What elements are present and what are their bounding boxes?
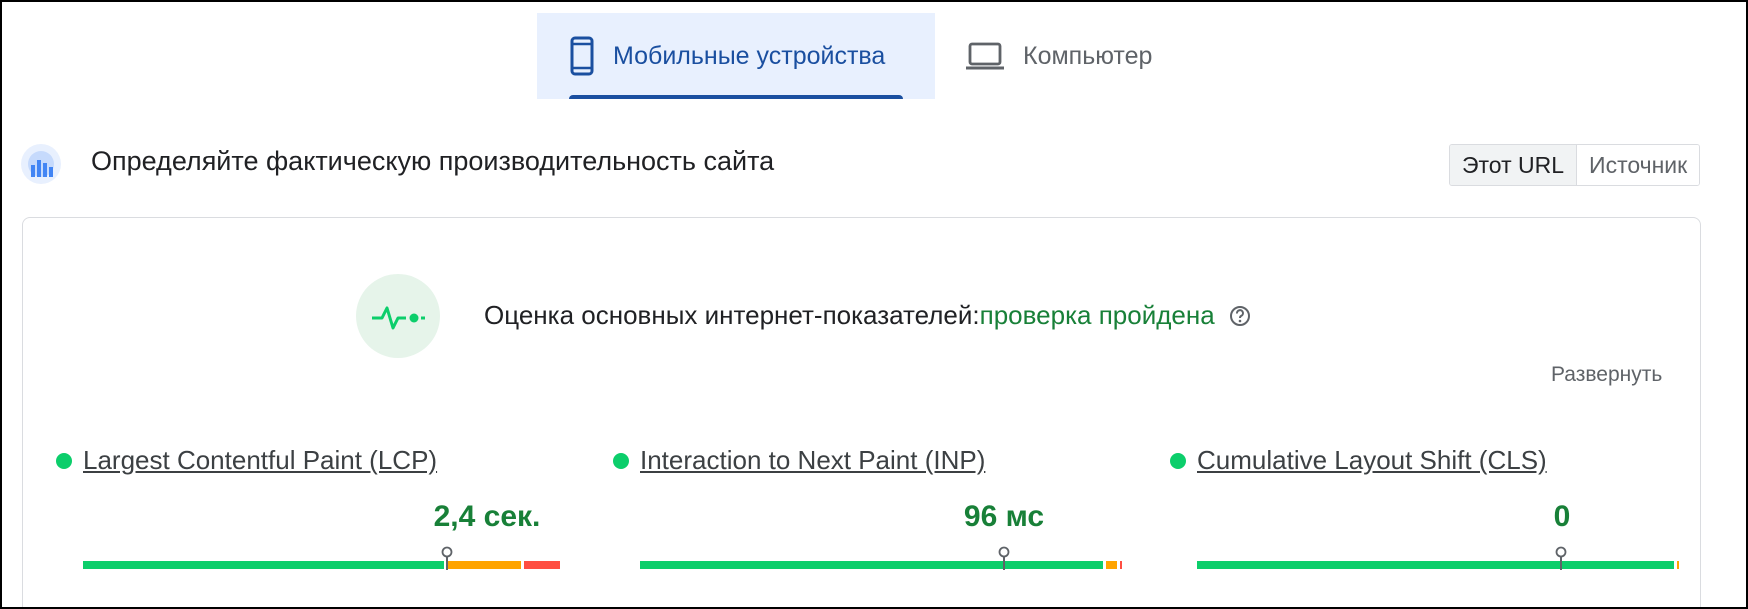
bar-segment-good: [1197, 561, 1675, 569]
tab-desktop-label: Компьютер: [1023, 41, 1153, 70]
expand-link[interactable]: Развернуть: [1551, 363, 1662, 387]
this-url-button[interactable]: Этот URL: [1450, 145, 1578, 185]
smartphone-icon: [569, 36, 595, 76]
pulse-icon: [356, 274, 440, 358]
origin-button[interactable]: Источник: [1577, 145, 1700, 185]
tab-mobile[interactable]: Мобильные устройства: [537, 13, 935, 99]
bar-segment-good: [83, 561, 444, 569]
metric-value-inp: 96 мс: [963, 500, 1045, 533]
status-dot: [1170, 452, 1186, 469]
distribution-bar-lcp: [83, 546, 568, 570]
app-frame: Мобильные устройства Компьютер Определяй…: [0, 0, 1748, 609]
bar-segment-good: [640, 561, 1103, 569]
status-dot: [56, 452, 72, 469]
device-tabs: Мобильные устройства Компьютер: [537, 13, 1180, 99]
bar-segment-needs-improvement: [1677, 561, 1680, 569]
metric-value-lcp: 2,4 сек.: [433, 500, 541, 533]
field-data-card: Оценка основных интернет-показателей: пр…: [22, 217, 1701, 607]
crux-logo-icon: [20, 143, 62, 185]
metric-name-cls[interactable]: Cumulative Layout Shift (CLS): [1197, 445, 1547, 476]
percentile-marker-icon: [1555, 546, 1567, 570]
metric-lcp: Largest Contentful Paint (LCP) 2,4 сек.: [23, 445, 561, 570]
bar-segment-needs-improvement: [1105, 561, 1118, 569]
core-web-vitals-assessment: Оценка основных интернет-показателей: пр…: [484, 300, 1251, 331]
url-origin-toggle: Этот URL Источник: [1449, 144, 1701, 186]
laptop-icon: [965, 41, 1005, 71]
metric-name-inp[interactable]: Interaction to Next Paint (INP): [640, 445, 985, 476]
status-dot: [613, 452, 629, 469]
bar-segment-poor: [524, 561, 561, 569]
help-icon[interactable]: [1229, 305, 1251, 327]
bar-segment-poor: [1120, 561, 1123, 569]
assessment-label: Оценка основных интернет-показателей:: [484, 300, 980, 330]
tab-desktop[interactable]: Компьютер: [935, 13, 1180, 99]
page-title: Определяйте фактическую производительнос…: [91, 146, 775, 176]
distribution-bar-cls: [1197, 546, 1682, 570]
percentile-marker-icon: [998, 546, 1010, 570]
bar-segment-needs-improvement: [446, 561, 522, 569]
metric-name-lcp[interactable]: Largest Contentful Paint (LCP): [83, 445, 437, 476]
percentile-marker-icon: [441, 546, 453, 570]
tab-mobile-label: Мобильные устройства: [613, 41, 886, 70]
metric-inp: Interaction to Next Paint (INP) 96 мс: [580, 445, 1123, 570]
assessment-status: проверка пройдена: [979, 300, 1215, 330]
metric-value-cls: 0: [1553, 500, 1571, 533]
distribution-bar-inp: [640, 546, 1125, 570]
metric-cls: Cumulative Layout Shift (CLS) 0: [1137, 445, 1680, 570]
